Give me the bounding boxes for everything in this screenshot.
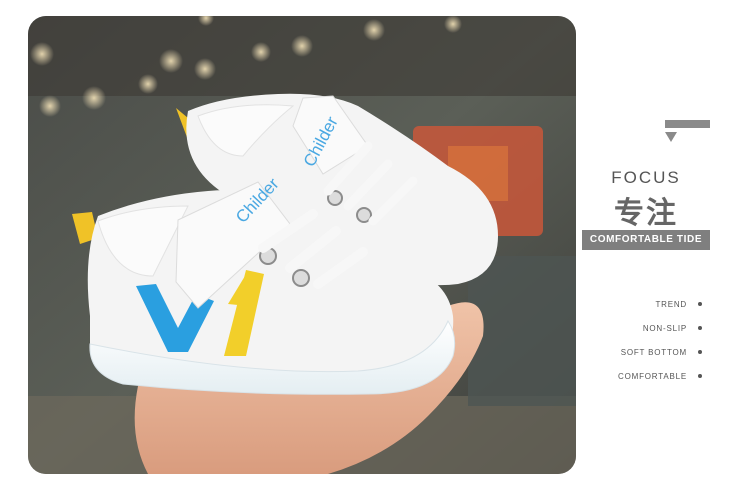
marker-bar — [665, 120, 710, 128]
bullet-dot-icon — [698, 374, 702, 378]
feature-item: NON-SLIP — [618, 316, 702, 340]
bullet-dot-icon — [698, 350, 702, 354]
shoes-photo-illustration: Childer Childer — [28, 16, 576, 474]
chinese-heading: 专注 — [614, 196, 678, 231]
feature-label: SOFT BOTTOM — [620, 347, 687, 357]
feature-item: TREND — [618, 292, 702, 316]
corner-marker — [663, 120, 710, 146]
focus-heading: FOCUS — [611, 168, 681, 187]
bullet-dot-icon — [698, 326, 702, 330]
feature-item: SOFT BOTTOM — [618, 340, 702, 364]
feature-item: COMFORTABLE — [618, 364, 702, 388]
feature-label: TREND — [655, 299, 687, 309]
triangle-down-icon — [665, 132, 677, 142]
product-photo: Childer Childer — [28, 16, 576, 474]
feature-label: COMFORTABLE — [618, 371, 687, 381]
bullet-dot-icon — [698, 302, 702, 306]
feature-list: TREND NON-SLIP SOFT BOTTOM COMFORTABLE — [618, 292, 702, 388]
feature-label: NON-SLIP — [642, 323, 687, 333]
comfortable-tide-banner: COMFORTABLE TIDE — [582, 230, 710, 250]
